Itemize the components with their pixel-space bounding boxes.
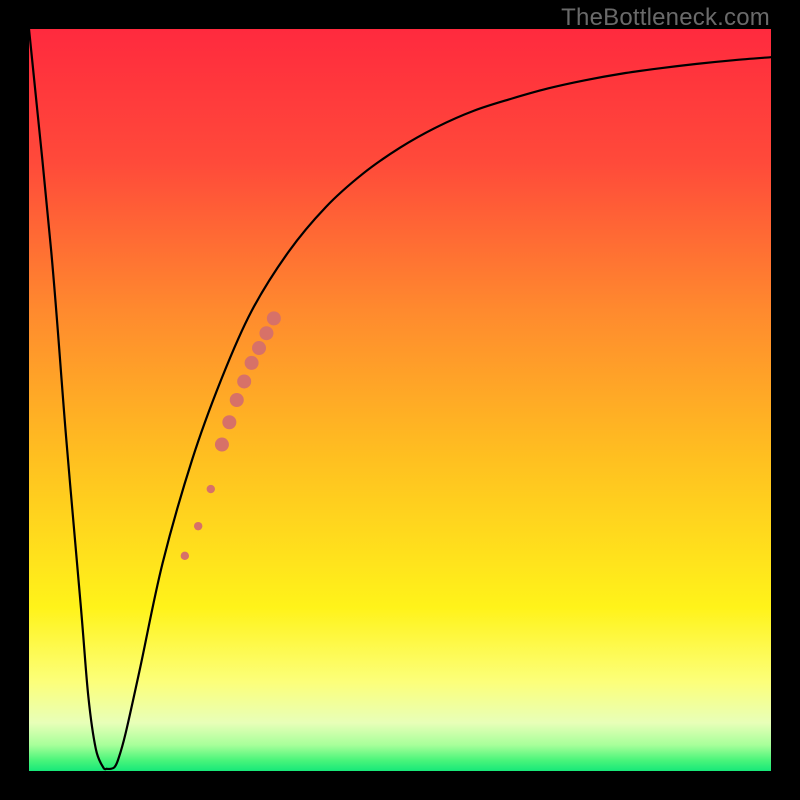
highlight-dot	[259, 326, 273, 340]
plot-area	[29, 29, 771, 771]
highlight-dot	[181, 552, 189, 560]
highlight-dot	[245, 356, 259, 370]
highlight-dot	[252, 341, 266, 355]
highlight-dot	[230, 393, 244, 407]
highlight-dot	[267, 311, 281, 325]
highlight-dot	[215, 438, 229, 452]
heat-gradient-background	[29, 29, 771, 771]
highlight-dot	[222, 415, 236, 429]
highlight-dot	[194, 522, 202, 530]
watermark-text: TheBottleneck.com	[561, 4, 770, 32]
chart-frame: TheBottleneck.com	[0, 0, 800, 800]
bottleneck-chart	[29, 29, 771, 771]
highlight-dot	[207, 485, 215, 493]
highlight-dot	[237, 374, 251, 388]
